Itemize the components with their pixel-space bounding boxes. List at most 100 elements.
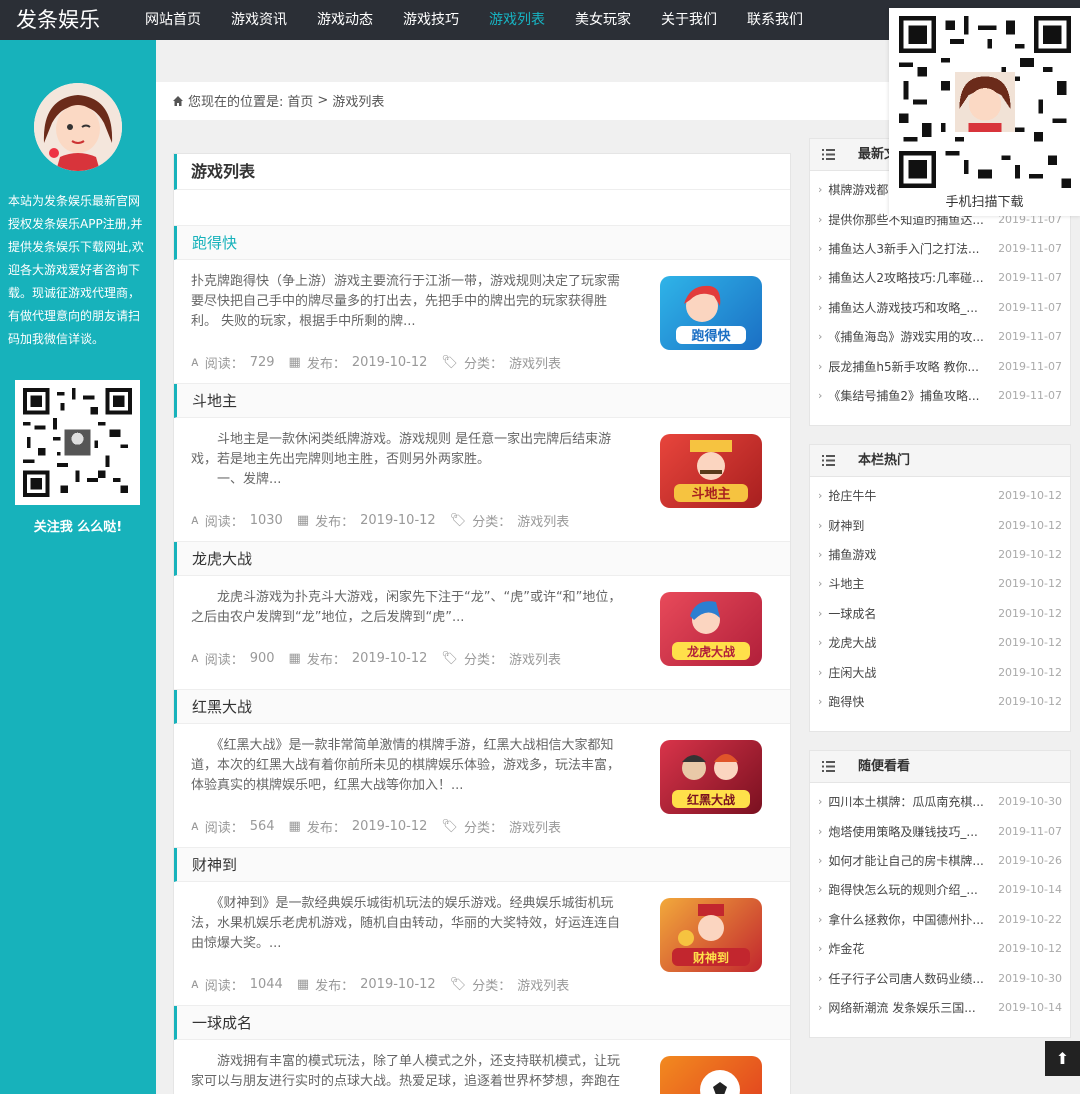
list-item[interactable]: › 任子行子公司唐人数码业绩... 2019-10-30 [810,963,1070,992]
back-to-top-button[interactable]: ⬆ [1045,1041,1080,1076]
category-link[interactable]: 游戏列表 [517,511,569,530]
nav-about[interactable]: 关于我们 [646,0,732,40]
article-title[interactable]: 龙虎大战 [174,542,790,576]
list-item-date: 2019-10-30 [998,971,1062,985]
list-item-title[interactable]: 捕鱼达人3新手入门之打法... [828,240,992,257]
list-item-title[interactable]: 捕鱼游戏 [828,546,992,563]
article-title[interactable]: 一球成名 [174,1006,790,1040]
article-title[interactable]: 财神到 [174,848,790,882]
list-item[interactable]: › 庄闲大战 2019-10-12 [810,657,1070,686]
article-thumbnail[interactable]: 龙虎大战 [660,592,762,666]
article-title[interactable]: 跑得快 [174,226,790,260]
list-item-title[interactable]: 一球成名 [828,605,992,622]
article-title[interactable]: 红黑大战 [174,690,790,724]
list-item[interactable]: › 拿什么拯救你，中国德州扑... 2019-10-22 [810,905,1070,934]
reads-label: 阅读： [204,978,244,994]
chevron-right-icon: › [818,359,823,373]
list-item[interactable]: › 如何才能让自己的房卡棋牌... 2019-10-26 [810,846,1070,875]
list-item-title[interactable]: 跑得快 [828,693,992,710]
list-item-title[interactable]: 《集结号捕鱼2》捕鱼攻略... [828,387,992,404]
date-label: 发布： [315,514,355,530]
tag-icon: 🏷 [449,976,467,992]
nav-home[interactable]: 网站首页 [130,0,216,40]
publish-date: 2019-10-12 [360,512,436,528]
list-item[interactable]: › 财神到 2019-10-12 [810,510,1070,539]
site-logo[interactable]: 发条娱乐 [16,5,100,35]
qr-caption: 手机扫描下载 [945,195,1024,210]
list-item[interactable]: › 炮塔使用策略及赚钱技巧_... 2019-11-07 [810,816,1070,845]
list-item-title[interactable]: 庄闲大战 [828,664,992,681]
list-item-date: 2019-11-07 [998,824,1062,838]
category-label: 分类： [463,652,503,668]
list-item[interactable]: › 抢庄牛牛 2019-10-12 [810,481,1070,510]
list-item[interactable]: › 捕鱼达人游戏技巧和攻略_... 2019-11-07 [810,293,1070,322]
article-thumbnail[interactable] [660,1056,762,1094]
list-item[interactable]: › 四川本土棋牌：瓜瓜南充棋... 2019-10-30 [810,787,1070,816]
reads-label: 阅读： [204,356,244,372]
category-link[interactable]: 游戏列表 [509,649,561,668]
list-item[interactable]: › 斗地主 2019-10-12 [810,569,1070,598]
reads-count: 729 [249,354,275,370]
article-thumbnail[interactable]: 红黑大战 [660,740,762,814]
list-item-date: 2019-10-12 [998,636,1062,650]
category-link[interactable]: 游戏列表 [517,975,569,994]
list-item[interactable]: › 炸金花 2019-10-12 [810,934,1070,963]
article-thumbnail[interactable]: 跑得快 [660,276,762,350]
list-item-title[interactable]: 如何才能让自己的房卡棋牌... [828,852,992,869]
list-item-date: 2019-10-12 [998,489,1062,503]
list-item-title[interactable]: 网络新潮流 发条娱乐三国... [828,999,992,1016]
nav-news[interactable]: 游戏资讯 [216,0,302,40]
list-item-title[interactable]: 捕鱼达人2攻略技巧:几率碰... [828,269,992,286]
category-link[interactable]: 游戏列表 [509,353,561,372]
list-item[interactable]: › 捕鱼达人3新手入门之打法... 2019-11-07 [810,234,1070,263]
category-label: 分类： [463,820,503,836]
nav-game-list[interactable]: 游戏列表 [474,0,560,40]
breadcrumb-current[interactable]: 游戏列表 [332,91,384,110]
nav-contact[interactable]: 联系我们 [732,0,818,40]
article-summary: 扑克牌跑得快（争上游）游戏主要流行于江浙一带，游戏规则决定了玩家需要尽快把自己手… [191,274,621,329]
nav-tips[interactable]: 游戏技巧 [388,0,474,40]
list-item[interactable]: › 龙虎大战 2019-10-12 [810,628,1070,657]
article-thumbnail[interactable]: 财神到 [660,898,762,972]
list-item[interactable]: › 辰龙捕鱼h5新手攻略 教你... 2019-11-07 [810,351,1070,380]
breadcrumb-home[interactable]: 首页 [287,91,313,110]
list-item[interactable]: › 《集结号捕鱼2》捕鱼攻略... 2019-11-07 [810,381,1070,410]
list-item-title[interactable]: 斗地主 [828,575,992,592]
list-item[interactable]: › 跑得快 2019-10-12 [810,687,1070,716]
list-item[interactable]: › 《捕鱼海岛》游戏实用的攻... 2019-11-07 [810,322,1070,351]
reads-label: 阅读： [204,514,244,530]
list-item-title[interactable]: 炮塔使用策略及赚钱技巧_... [828,823,992,840]
list-item-date: 2019-10-12 [998,606,1062,620]
user-icon: ᴀ [191,976,199,992]
chevron-right-icon: › [818,271,823,285]
article-title[interactable]: 斗地主 [174,384,790,418]
list-icon [822,761,835,772]
list-item-title[interactable]: 四川本土棋牌：瓜瓜南充棋... [828,793,992,810]
list-item-title[interactable]: 任子行子公司唐人数码业绩... [828,970,992,987]
list-item[interactable]: › 一球成名 2019-10-12 [810,599,1070,628]
list-item-title[interactable]: 龙虎大战 [828,634,992,651]
nav-players[interactable]: 美女玩家 [560,0,646,40]
list-item-title[interactable]: 财神到 [828,517,992,534]
list-item[interactable]: › 网络新潮流 发条娱乐三国... 2019-10-14 [810,993,1070,1022]
list-item[interactable]: › 捕鱼游戏 2019-10-12 [810,540,1070,569]
list-item-title[interactable]: 抢庄牛牛 [828,487,992,504]
list-item-title[interactable]: 炸金花 [828,940,992,957]
list-item-title[interactable]: 辰龙捕鱼h5新手攻略 教你... [828,358,992,375]
list-item-date: 2019-10-12 [998,518,1062,532]
list-item-date: 2019-11-07 [998,271,1062,285]
list-item-title[interactable]: 《捕鱼海岛》游戏实用的攻... [828,328,992,345]
list-item-date: 2019-11-07 [998,241,1062,255]
tag-icon: 🏷 [441,650,458,666]
nav-dynamics[interactable]: 游戏动态 [302,0,388,40]
list-item-title[interactable]: 捕鱼达人游戏技巧和攻略_... [828,299,992,316]
list-item-date: 2019-10-12 [998,577,1062,591]
list-item-title[interactable]: 跑得快怎么玩的规则介绍_... [828,881,992,898]
list-item[interactable]: › 捕鱼达人2攻略技巧:几率碰... 2019-11-07 [810,263,1070,292]
article-thumbnail[interactable]: 斗地主 [660,434,762,508]
category-link[interactable]: 游戏列表 [509,817,561,836]
list-item-title[interactable]: 拿什么拯救你，中国德州扑... [828,911,992,928]
list-item[interactable]: › 跑得快怎么玩的规则介绍_... 2019-10-14 [810,875,1070,904]
chevron-right-icon: › [818,212,823,226]
article-item: 财神到 《财神到》是一款经典娱乐城街机玩法的娱乐游戏。经典娱乐城街机玩法，水果机… [174,848,790,1006]
